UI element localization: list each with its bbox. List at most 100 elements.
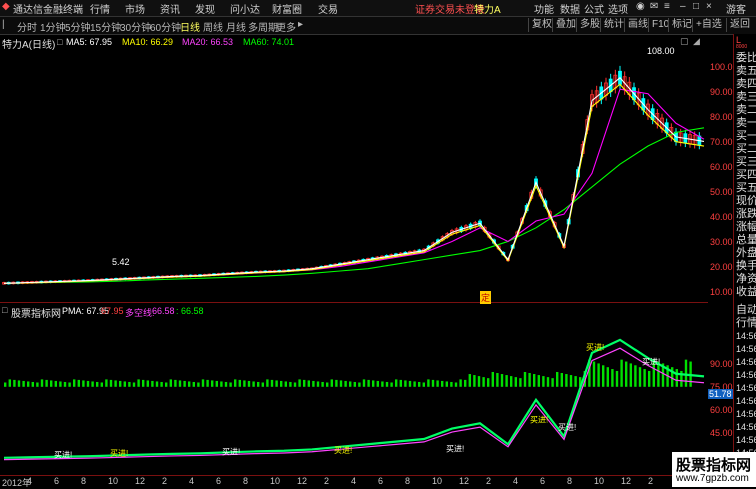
tick-item-0[interactable]: 自动 <box>736 304 756 317</box>
period-more[interactable]: 更多 <box>276 19 296 34</box>
signal-bar <box>316 381 320 387</box>
buy-signal: 买进! <box>446 445 464 454</box>
date-tick: 10 <box>594 476 605 486</box>
kline-chart-panel[interactable]: 特力A(日线) □ MA5: 67.95 MA10: 66.29 MA20: 6… <box>0 34 708 304</box>
signal-bar <box>422 382 425 387</box>
signal-bar <box>482 377 485 387</box>
signal-bar <box>220 381 223 387</box>
tool-overlay[interactable]: 叠加 <box>552 18 579 32</box>
tool-add-watch[interactable]: +自选 <box>692 18 725 32</box>
menu-icon[interactable]: ≡ <box>664 1 670 12</box>
signal-bar <box>86 380 90 387</box>
tick-item-1[interactable]: 行情 <box>736 317 756 330</box>
period-timeshare[interactable]: 分时 <box>17 19 37 34</box>
signal-bar <box>63 381 67 387</box>
signal-bar <box>307 380 310 387</box>
sidebar-toggle-icon[interactable]: | <box>2 19 5 30</box>
signal-bar <box>211 380 214 387</box>
quote-field-14: 总量 <box>736 234 756 246</box>
tool-stats[interactable]: 统计 <box>600 18 627 32</box>
signal-bar <box>261 382 264 387</box>
quote-field-18: 收益 <box>736 286 756 298</box>
app-logo-icon: ◆ <box>2 1 10 12</box>
signal-bar <box>611 369 614 387</box>
signal-bar <box>418 381 421 387</box>
signal-bar <box>119 380 122 387</box>
period-monthly[interactable]: 月线 <box>226 19 246 34</box>
signal-bar <box>293 382 297 387</box>
user-icon[interactable]: ◉ <box>636 1 645 12</box>
signal-bar <box>372 380 375 387</box>
signal-bar <box>201 379 205 387</box>
signal-bar <box>54 380 57 387</box>
tool-adjust[interactable]: 复权 <box>528 18 555 32</box>
menu-options[interactable]: 选项 <box>608 1 628 16</box>
signal-bar <box>537 375 540 387</box>
menu-ask[interactable]: 问小达 <box>230 1 260 16</box>
period-15min[interactable]: 15分钟 <box>90 19 121 34</box>
signal-bar <box>592 361 596 387</box>
signal-bar <box>183 380 186 387</box>
period-weekly[interactable]: 周线 <box>203 19 223 34</box>
signal-bar <box>36 382 39 387</box>
tool-draw[interactable]: 画线 <box>624 18 651 32</box>
quote-field-8: 买三 <box>736 156 756 168</box>
signal-bar <box>160 381 163 387</box>
signal-bar <box>638 367 642 387</box>
date-tick: 4 <box>27 476 33 486</box>
tool-multi-stock[interactable]: 多股 <box>576 18 603 32</box>
ma20-line <box>3 88 705 284</box>
signal-bar <box>441 380 444 387</box>
menu-function[interactable]: 功能 <box>534 1 554 16</box>
signal-bar <box>344 380 347 387</box>
signal-bar <box>40 379 44 387</box>
signal-bar <box>514 377 517 387</box>
period-multi[interactable]: 多周期 <box>248 19 278 34</box>
quote-field-17: 净资 <box>736 273 756 285</box>
buy-signal: 买进! <box>642 358 660 367</box>
menu-wealth[interactable]: 财富圈 <box>272 1 302 16</box>
more-arrow-icon[interactable]: ▸ <box>298 19 303 30</box>
date-tick: 8 <box>405 476 411 486</box>
date-tick: 12 <box>297 476 308 486</box>
quote-field-15: 外盘 <box>736 247 756 259</box>
mail-icon[interactable]: ✉ <box>650 1 658 12</box>
period-5min[interactable]: 5分钟 <box>65 19 91 34</box>
tick-item-5: 14:56 <box>736 370 756 380</box>
date-tick: 2 <box>324 476 330 486</box>
signal-bar <box>643 369 646 387</box>
signal-bar <box>675 369 678 387</box>
price-tick: 40.00 <box>710 212 733 222</box>
indicator-tick: 90.00 <box>710 359 733 369</box>
period-60min[interactable]: 60分钟 <box>150 19 181 34</box>
maximize-icon[interactable]: □ <box>693 1 699 12</box>
indicator-panel[interactable]: □ 股票指标网 PMA: 67.95 67.95 多空线: 66.58 : 66… <box>0 303 708 475</box>
menu-data[interactable]: 数据 <box>560 1 580 16</box>
signal-bar <box>634 365 637 387</box>
period-1min[interactable]: 1分钟 <box>40 19 66 34</box>
menu-formula[interactable]: 公式 <box>584 1 604 16</box>
tool-mark[interactable]: 标记 <box>668 18 695 32</box>
close-icon[interactable]: × <box>706 1 712 12</box>
signal-bar <box>257 381 260 387</box>
signal-bar <box>533 374 536 387</box>
signal-bar <box>505 375 508 387</box>
menu-news[interactable]: 资讯 <box>160 1 180 16</box>
quote-field-0: 委比 <box>736 52 756 64</box>
period-30min[interactable]: 30分钟 <box>120 19 151 34</box>
menu-trade[interactable]: 交易 <box>318 1 338 16</box>
date-axis: 2012年468101224681012246810122468101224 <box>0 475 708 488</box>
signal-bar <box>247 380 251 387</box>
watermark: 股票指标网 www.7gpzb.com <box>672 452 756 487</box>
period-daily[interactable]: 日线 <box>180 19 200 34</box>
signal-bar <box>574 376 577 387</box>
menu-market[interactable]: 市场 <box>125 1 145 16</box>
signal-bar <box>353 381 356 387</box>
menu-hangqing[interactable]: 行情 <box>90 1 110 16</box>
user-name[interactable]: 游客 <box>726 1 746 16</box>
tool-back[interactable]: 返回 <box>726 18 753 32</box>
menu-discover[interactable]: 发现 <box>195 1 215 16</box>
date-tick: 12 <box>621 476 632 486</box>
buy-signal: 买进! <box>586 343 604 352</box>
minimize-icon[interactable]: – <box>680 1 686 12</box>
